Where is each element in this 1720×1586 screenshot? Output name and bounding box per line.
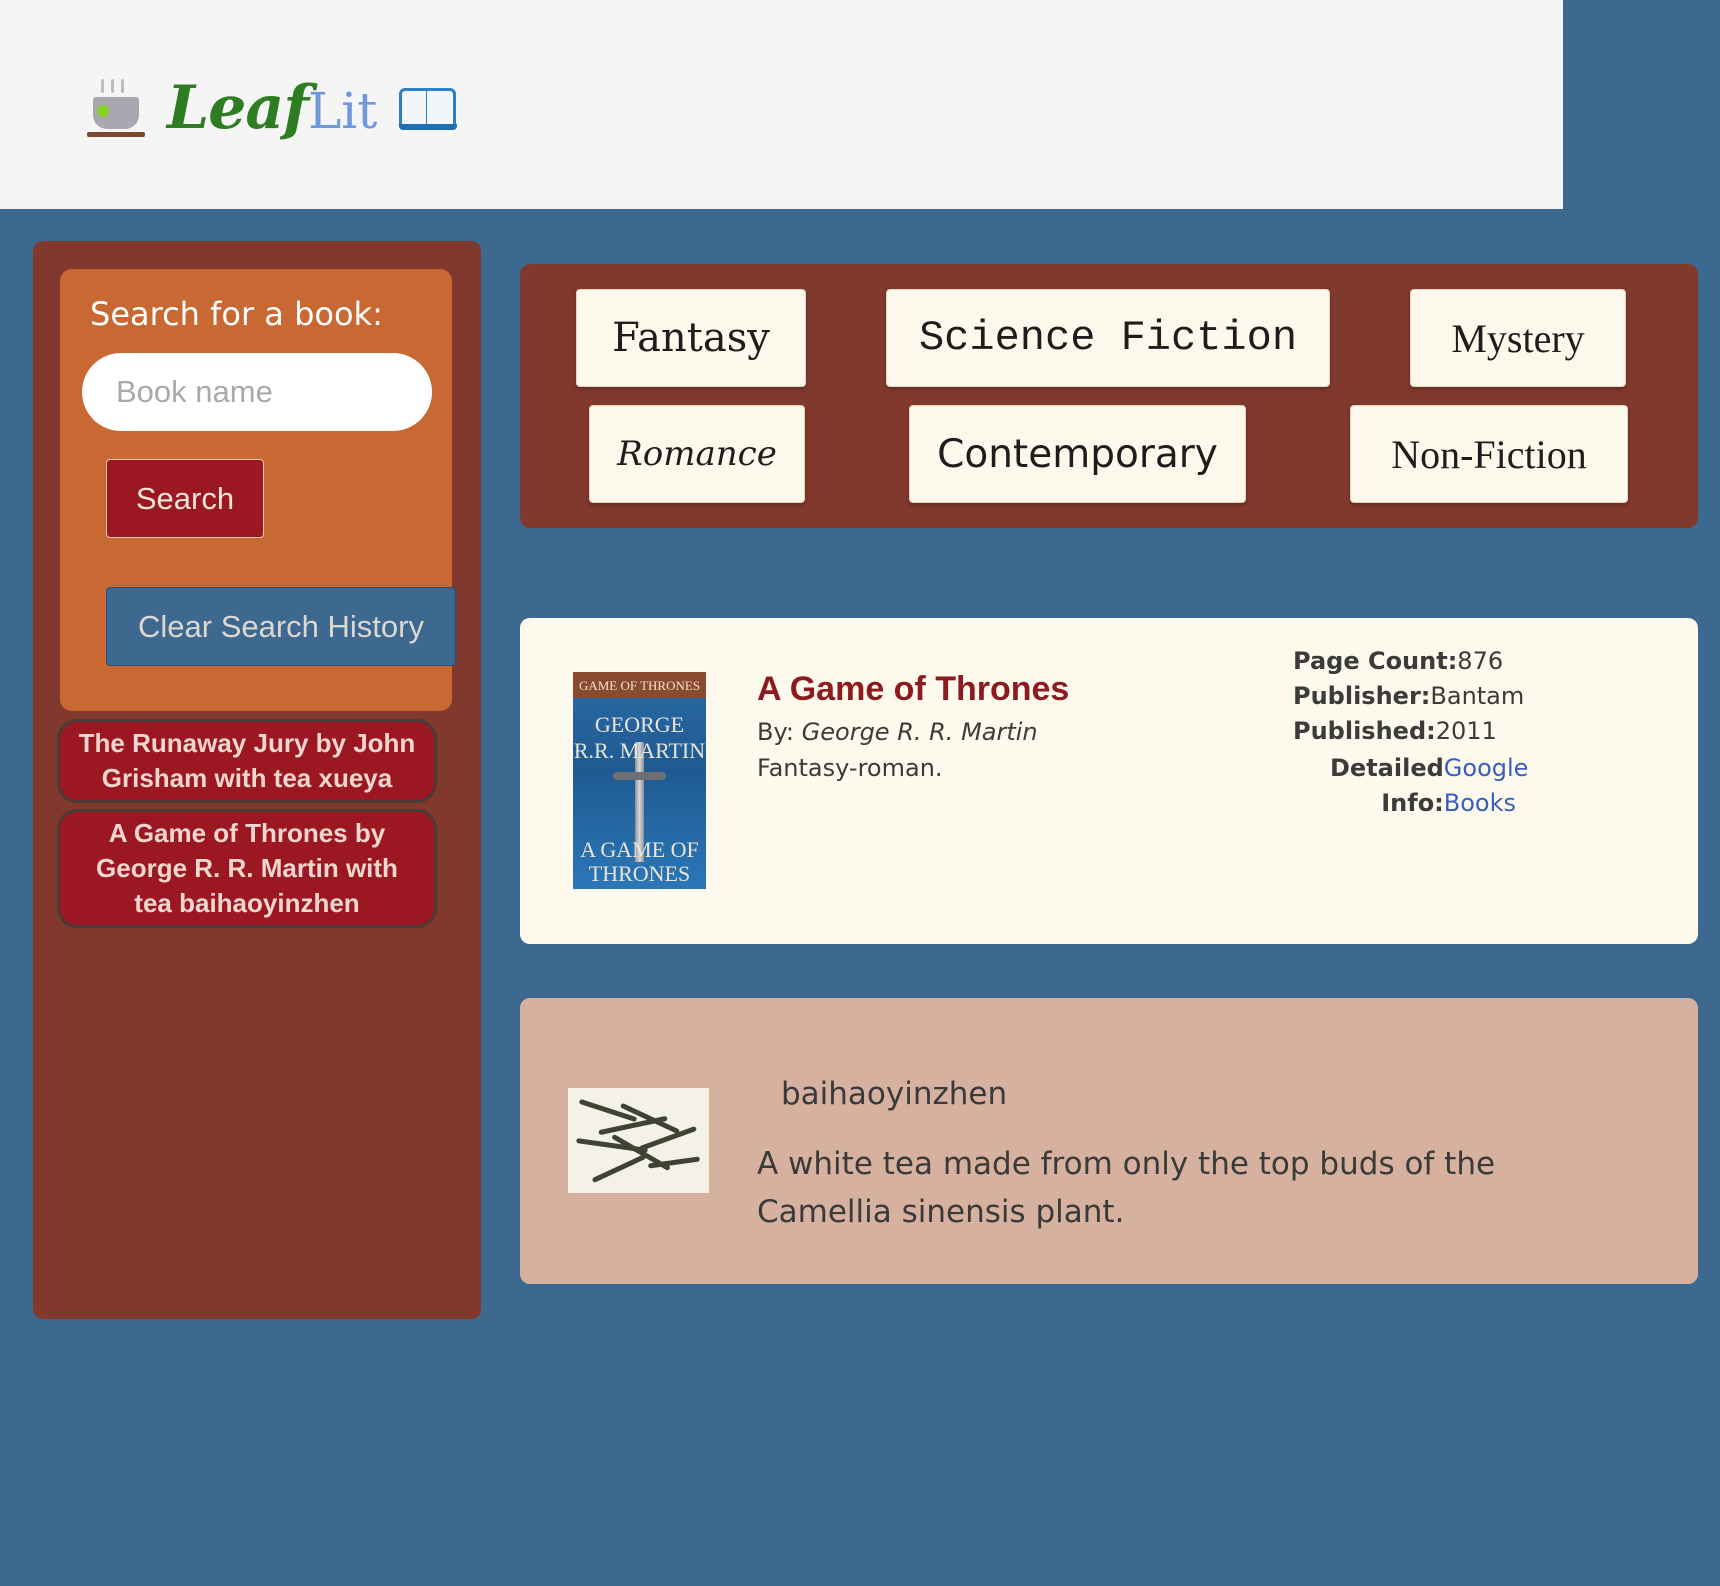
tea-name: baihaoyinzhen: [781, 1076, 1008, 1112]
clear-search-history-button[interactable]: Clear Search History: [106, 587, 456, 666]
search-history-list: The Runaway Jury by John Grisham with te…: [57, 719, 437, 934]
book-title: A Game of Thrones: [757, 670, 1070, 708]
published-label: Published:: [1293, 717, 1436, 745]
published-value: 2011: [1435, 717, 1497, 745]
tea-leaves-image: [568, 1088, 709, 1193]
tea-cup-icon: [87, 77, 149, 139]
page-count-row: Page Count:876: [1293, 644, 1524, 679]
genre-romance-button[interactable]: Romance: [589, 405, 805, 503]
book-card: GAME OF THRONES GEORGE R.R. MARTIN A GAM…: [520, 618, 1698, 944]
book-name-input[interactable]: [82, 353, 432, 431]
detailed-info-row: Detailed Info: Google Books: [1330, 751, 1550, 821]
logo[interactable]: Leaf Lit: [87, 68, 458, 148]
genre-mystery-button[interactable]: Mystery: [1410, 289, 1626, 387]
history-item[interactable]: A Game of Thrones by George R. R. Martin…: [57, 809, 437, 928]
book-author-line: By: George R. R. Martin: [757, 718, 1038, 746]
publisher-label: Publisher:: [1293, 682, 1431, 710]
tea-card: baihaoyinzhen A white tea made from only…: [520, 998, 1698, 1284]
genre-contemporary-button[interactable]: Contemporary: [909, 405, 1246, 503]
cover-series: GAME OF THRONES: [578, 678, 701, 693]
logo-lit-text: Lit: [308, 82, 378, 140]
sidebar: Search for a book: Search Clear Search H…: [33, 241, 481, 1319]
genre-fantasy-button[interactable]: Fantasy: [576, 289, 806, 387]
genre-non-fiction-button[interactable]: Non-Fiction: [1350, 405, 1628, 503]
search-panel: Search for a book: Search Clear Search H…: [60, 269, 456, 711]
google-books-link[interactable]: Google Books: [1444, 751, 1529, 821]
header: Leaf Lit: [0, 0, 1563, 209]
cover-title: A GAME OF THRONES: [580, 837, 699, 886]
open-book-icon: [399, 84, 458, 132]
book-cover-image: GAME OF THRONES GEORGE R.R. MARTIN A GAM…: [573, 672, 706, 889]
genre-science-fiction-button[interactable]: Science Fiction: [886, 289, 1330, 387]
publisher-row: Publisher:Bantam: [1293, 679, 1524, 714]
page-count-label: Page Count:: [1293, 647, 1458, 675]
tea-description: A white tea made from only the top buds …: [757, 1146, 1496, 1230]
book-metadata: Page Count:876 Publisher:Bantam Publishe…: [1293, 644, 1524, 749]
search-button[interactable]: Search: [106, 459, 264, 538]
book-description: Fantasy-roman.: [757, 754, 943, 782]
history-item[interactable]: The Runaway Jury by John Grisham with te…: [57, 719, 437, 803]
publisher-value: Bantam: [1430, 682, 1525, 710]
search-title: Search for a book:: [90, 295, 383, 333]
detailed-info-label: Detailed Info:: [1330, 754, 1444, 817]
by-label: By:: [757, 718, 795, 746]
genre-panel: Fantasy Science Fiction Mystery Romance …: [520, 264, 1698, 528]
book-author: George R. R. Martin: [801, 718, 1038, 746]
cover-author: GEORGE R.R. MARTIN: [573, 712, 706, 763]
logo-leaf-text: Leaf: [167, 73, 309, 143]
published-row: Published:2011: [1293, 714, 1524, 749]
page-count-value: 876: [1457, 647, 1504, 675]
